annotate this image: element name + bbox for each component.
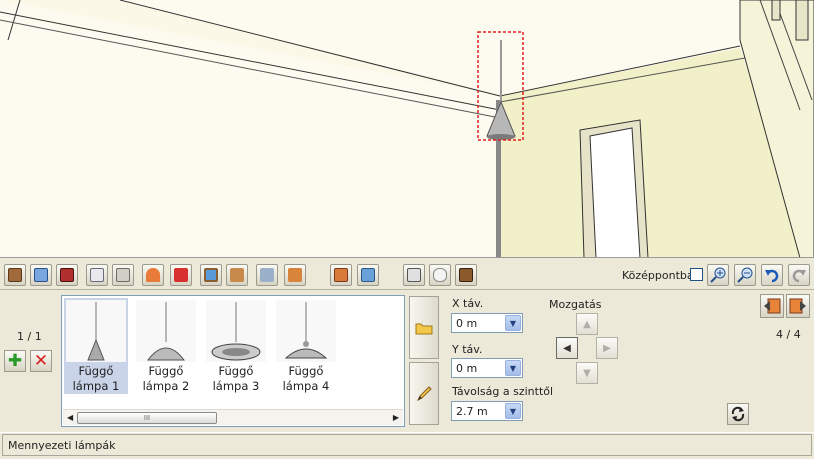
scrollbar-thumb[interactable]: III xyxy=(77,412,217,424)
y-distance-combo[interactable]: 0 m ▼ xyxy=(451,358,523,378)
pendant-lamp-3-icon xyxy=(206,300,266,362)
3d-viewport[interactable] xyxy=(0,0,814,258)
ceiling-lamp-icon[interactable] xyxy=(142,264,164,286)
move-down-icon[interactable]: ▼ xyxy=(576,362,598,384)
scroll-right-icon[interactable]: ▶ xyxy=(393,413,399,422)
center-label: Középpontba xyxy=(622,269,694,282)
room-scene xyxy=(0,0,814,257)
move-up-icon[interactable]: ▲ xyxy=(576,313,598,335)
center-checkbox[interactable] xyxy=(690,268,703,281)
page-counter-left: 1 / 1 xyxy=(17,330,42,343)
chevron-down-icon[interactable]: ▼ xyxy=(505,403,521,419)
distance-label: Távolság a szinttől xyxy=(452,385,554,398)
x-distance-combo[interactable]: 0 m ▼ xyxy=(451,313,523,333)
scroll-left-icon[interactable]: ◀ xyxy=(67,413,73,422)
library-item-4[interactable]: Függő lámpa 4 xyxy=(274,298,338,394)
zoom-in-icon[interactable] xyxy=(707,264,729,286)
pendant-lamp-1-icon xyxy=(66,300,126,362)
object-library: Függő lámpa 1 Függő lámpa 2 Függő lámpa 3 F… xyxy=(61,295,405,427)
redo-icon[interactable] xyxy=(788,264,810,286)
x-distance-label: X táv. xyxy=(452,297,484,310)
folder-icon xyxy=(415,323,433,334)
pendant-lamp-2-icon xyxy=(136,300,196,362)
undo-icon[interactable] xyxy=(761,264,783,286)
zoom-out-icon[interactable] xyxy=(734,264,756,286)
kitchen-icon-2[interactable] xyxy=(357,264,379,286)
door-icon[interactable] xyxy=(4,264,26,286)
appliance-icon[interactable] xyxy=(403,264,425,286)
add-icon[interactable]: ✚ xyxy=(4,350,26,372)
library-item-1[interactable]: Függő lámpa 1 xyxy=(64,298,128,394)
refresh-icon[interactable] xyxy=(727,403,749,425)
y-distance-label: Y táv. xyxy=(452,343,483,356)
open-folder-button[interactable] xyxy=(409,296,439,359)
kitchen-icon-1[interactable] xyxy=(330,264,352,286)
status-text: Mennyezeti lámpák xyxy=(8,439,116,452)
fireplace-icon[interactable] xyxy=(56,264,78,286)
library-scrollbar[interactable]: ◀ III ▶ xyxy=(63,409,403,425)
next-page-icon[interactable] xyxy=(786,294,810,318)
distance-combo[interactable]: 2.7 m ▼ xyxy=(451,401,523,421)
cabinet-icon[interactable] xyxy=(86,264,108,286)
library-item-2[interactable]: Függő lámpa 2 xyxy=(134,298,198,394)
floor-icon-3[interactable] xyxy=(284,264,306,286)
toilet-icon[interactable] xyxy=(429,264,451,286)
window-icon[interactable] xyxy=(30,264,52,286)
floor-icon-1[interactable] xyxy=(226,264,248,286)
page-counter-right: 4 / 4 xyxy=(776,328,801,341)
pencil-icon xyxy=(416,385,432,401)
chevron-down-icon[interactable]: ▼ xyxy=(505,360,521,376)
picture-icon[interactable] xyxy=(200,264,222,286)
move-label: Mozgatás xyxy=(549,298,602,311)
edit-button[interactable] xyxy=(409,362,439,425)
status-bar: Mennyezeti lámpák xyxy=(0,432,814,459)
radiator-icon[interactable] xyxy=(112,264,134,286)
pendant-lamp-4-icon xyxy=(276,300,336,362)
move-left-icon[interactable]: ◀ xyxy=(556,337,578,359)
chevron-down-icon[interactable]: ▼ xyxy=(505,315,521,331)
delete-icon[interactable]: ✕ xyxy=(30,350,52,372)
wardrobe-icon[interactable] xyxy=(455,264,477,286)
wall-lamp-icon[interactable] xyxy=(170,264,192,286)
prev-page-icon[interactable] xyxy=(760,294,784,318)
library-item-3[interactable]: Függő lámpa 3 xyxy=(204,298,268,394)
move-right-icon[interactable]: ▶ xyxy=(596,337,618,359)
floor-icon-2[interactable] xyxy=(256,264,278,286)
